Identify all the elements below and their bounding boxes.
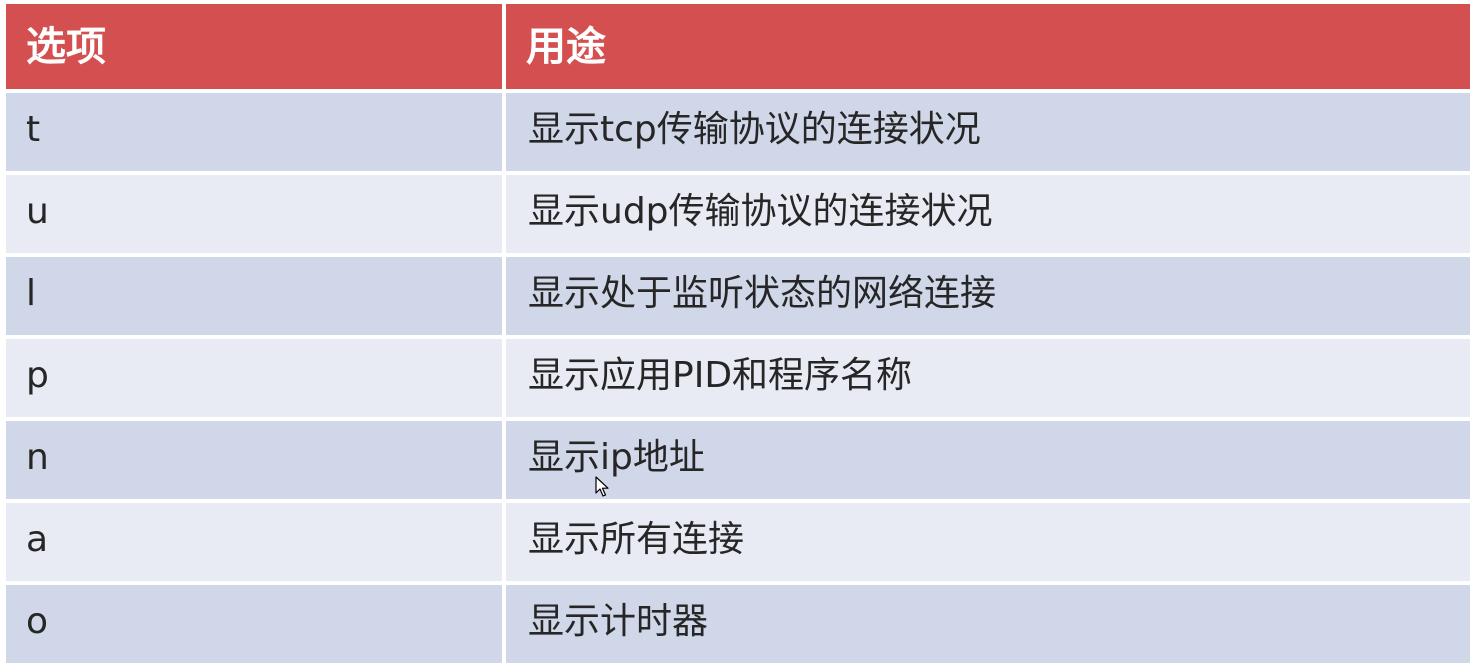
option-cell: u [6, 175, 502, 253]
option-cell: n [6, 421, 502, 499]
option-cell: a [6, 503, 502, 581]
usage-cell: 显示所有连接 [506, 503, 1470, 581]
option-cell: t [6, 93, 502, 171]
option-cell: p [6, 339, 502, 417]
usage-cell: 显示udp传输协议的连接状况 [506, 175, 1470, 253]
option-cell: o [6, 585, 502, 663]
options-table: 选项 用途 t 显示tcp传输协议的连接状况 u 显示udp传输协议的连接状况 … [6, 4, 1470, 667]
usage-cell: 显示tcp传输协议的连接状况 [506, 93, 1470, 171]
mouse-pointer-icon [595, 476, 609, 497]
header-usage: 用途 [506, 4, 1470, 89]
usage-cell: 显示处于监听状态的网络连接 [506, 257, 1470, 335]
option-cell: l [6, 257, 502, 335]
usage-cell: 显示ip地址 [506, 421, 1470, 499]
usage-cell: 显示应用PID和程序名称 [506, 339, 1470, 417]
usage-cell: 显示计时器 [506, 585, 1470, 663]
header-option: 选项 [6, 4, 502, 89]
